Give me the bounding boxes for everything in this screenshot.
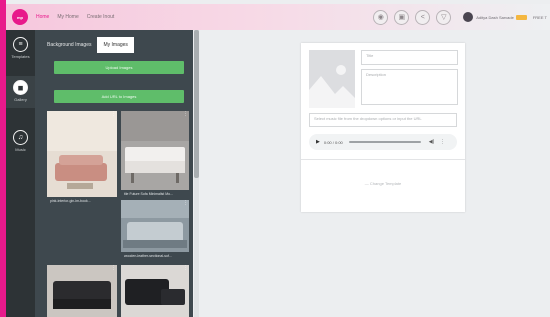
gallery-thumb[interactable]: ⋮ pink-interior-gin-im-book...: [47, 111, 117, 205]
audio-player: ▶ 0:00 / 0:00 ◀) ⋮: [309, 134, 457, 150]
thumb-image: [121, 265, 189, 317]
app-logo[interactable]: mp: [12, 9, 28, 25]
gallery-panel: Background Images My Images Upload Image…: [35, 30, 193, 317]
thumb-image: [121, 200, 189, 260]
gallery-thumb[interactable]: ⋮ tile Future Sofa Minimalist Mo...: [121, 111, 189, 198]
thumb-menu-icon[interactable]: ⋮: [111, 266, 116, 273]
user-name[interactable]: Aditya Dash Sarvade: [476, 15, 514, 20]
nav-my-home[interactable]: My Home: [57, 14, 78, 20]
more-options-icon[interactable]: ⋮: [440, 139, 445, 145]
title-input[interactable]: Title: [361, 50, 458, 65]
gallery-tabs: Background Images My Images: [41, 37, 134, 53]
thumb-image: [47, 111, 117, 205]
save-icon: ▣: [398, 14, 406, 21]
thumb-menu-icon[interactable]: ⋮: [111, 112, 116, 119]
rail-item-music[interactable]: ♫ Music: [6, 130, 35, 160]
music-note-icon: ♫: [13, 130, 28, 145]
thumb-caption: wooden-leather-sectional-sof...: [121, 252, 189, 260]
rail-item-gallery[interactable]: ◼ Gallery: [6, 76, 35, 108]
thumb-menu-icon[interactable]: ⋮: [183, 112, 188, 119]
card-divider: [301, 159, 465, 160]
avatar[interactable]: [463, 12, 474, 22]
nav-create-inout[interactable]: Create Inout: [87, 14, 115, 20]
upload-images-button[interactable]: Upload Images: [54, 61, 184, 74]
audio-progress-bar[interactable]: [348, 141, 421, 143]
scrollbar-thumb[interactable]: [194, 30, 199, 178]
app-window: mp Home My Home Create Inout ◉ ▣ < ▽ Adi…: [6, 0, 550, 317]
tab-my-images[interactable]: My Images: [97, 37, 134, 53]
eye-icon: ◉: [377, 14, 384, 21]
save-button[interactable]: ▣: [394, 9, 410, 25]
gallery-thumb[interactable]: ⋮ wooden-leather-sectional-sof...: [121, 200, 189, 260]
preview-button[interactable]: ◉: [373, 9, 389, 25]
download-icon: ▽: [441, 14, 447, 21]
panel-scrollbar[interactable]: [194, 30, 199, 317]
image-placeholder[interactable]: [309, 50, 355, 108]
gallery-thumb[interactable]: ⋮: [47, 265, 117, 317]
thumb-image: [47, 265, 117, 317]
free-trial-label: FREE T: [532, 14, 547, 20]
thumb-image: [121, 111, 189, 198]
volume-icon[interactable]: ◀): [429, 139, 435, 145]
thumb-caption: tile Future Sofa Minimalist Mo...: [121, 190, 189, 198]
description-input[interactable]: Description: [361, 69, 458, 105]
template-card: Title Description Select music file from…: [301, 43, 465, 212]
top-bar: mp Home My Home Create Inout ◉ ▣ < ▽ Adi…: [6, 4, 550, 30]
left-rail: ≡ Templates ◼ Gallery ♫ Music: [6, 30, 35, 317]
play-icon[interactable]: ▶: [316, 139, 320, 145]
nav-home[interactable]: Home: [36, 14, 49, 20]
rail-item-templates[interactable]: ≡ Templates: [6, 37, 35, 67]
rail-label-gallery: Gallery: [14, 97, 27, 102]
share-icon: <: [420, 13, 425, 21]
menu-icon: ≡: [13, 37, 28, 52]
camera-icon: ◼: [13, 80, 28, 95]
thumb-caption: pink-interior-gin-im-book...: [47, 197, 117, 205]
thumb-menu-icon[interactable]: ⋮: [183, 201, 188, 208]
music-url-input[interactable]: Select music file from the dropdown opti…: [309, 113, 457, 127]
gallery-thumb[interactable]: ⋮: [121, 265, 189, 317]
share-button[interactable]: <: [415, 9, 431, 25]
tab-background-images[interactable]: Background Images: [41, 37, 98, 53]
audio-time: 0:00 / 0:00: [323, 139, 343, 145]
rail-label-music: Music: [15, 147, 26, 152]
thumb-menu-icon[interactable]: ⋮: [183, 266, 188, 273]
image-placeholder-icon: [309, 50, 355, 108]
change-template-link[interactable]: — Change Template: [301, 181, 465, 186]
download-button[interactable]: ▽: [436, 9, 452, 25]
rail-label-templates: Templates: [11, 54, 30, 59]
add-url-button[interactable]: Add URL to Images: [54, 90, 184, 103]
pro-badge: [515, 14, 527, 20]
